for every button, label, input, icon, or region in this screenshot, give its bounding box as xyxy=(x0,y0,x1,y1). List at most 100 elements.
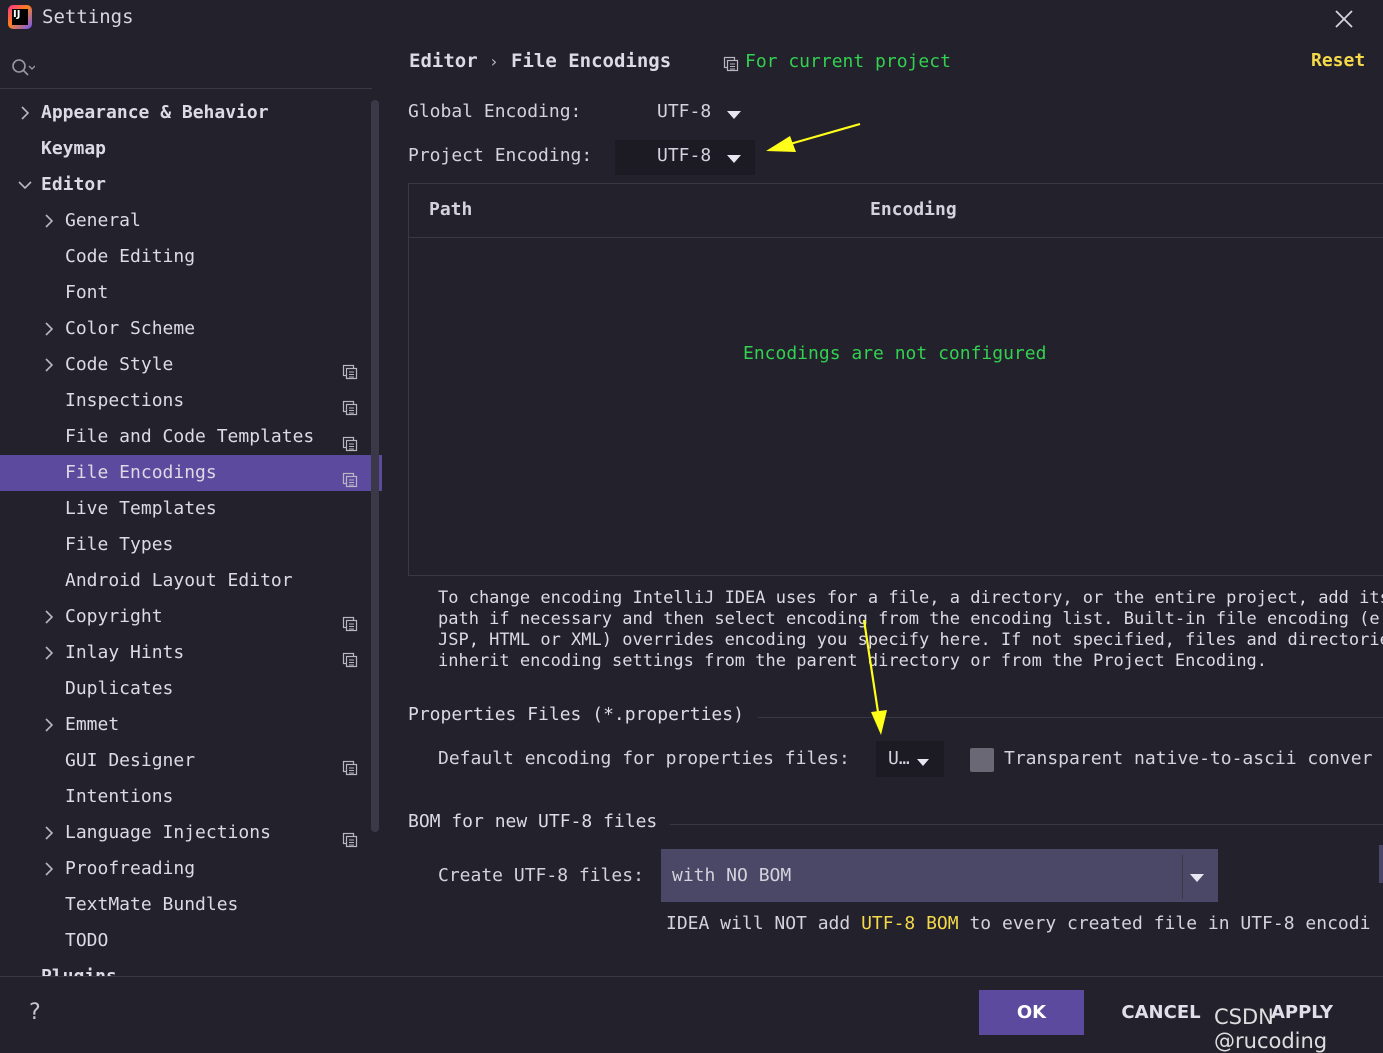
sidebar-item[interactable]: Live Templates xyxy=(0,491,382,527)
sidebar-item[interactable]: Code Editing xyxy=(0,239,382,275)
project-scope-icon xyxy=(342,357,358,380)
create-utf8-label: Create UTF-8 files: xyxy=(438,865,644,886)
sidebar-item-label: Copyright xyxy=(65,606,163,627)
project-scope-icon xyxy=(342,393,358,416)
column-header-path[interactable]: Path xyxy=(429,199,472,220)
sidebar-item[interactable]: Plugins xyxy=(0,959,382,976)
cancel-button[interactable]: CANCEL xyxy=(1113,990,1209,1035)
sidebar-item[interactable]: Duplicates xyxy=(0,671,382,707)
sidebar-item-label: Language Injections xyxy=(65,822,271,843)
sidebar-item[interactable]: GUI Designer xyxy=(0,743,382,779)
sidebar-item[interactable]: TextMate Bundles xyxy=(0,887,382,923)
sidebar-item[interactable]: Editor xyxy=(0,167,382,203)
sidebar-scrollbar[interactable] xyxy=(371,100,379,832)
sidebar-item-label: File and Code Templates xyxy=(65,426,315,447)
sidebar-item-label: Appearance & Behavior xyxy=(41,102,269,123)
chevron-down-icon[interactable] xyxy=(1190,874,1204,882)
sidebar-item[interactable]: Proofreading xyxy=(0,851,382,887)
sidebar-item-label: Code Editing xyxy=(65,246,196,267)
sidebar-item-label: General xyxy=(65,210,141,231)
bom-select-value[interactable]: with NO BOM xyxy=(672,865,791,886)
chevron-down-icon[interactable] xyxy=(727,111,741,119)
bom-note-highlight[interactable]: UTF-8 BOM xyxy=(861,913,959,934)
project-scope-icon xyxy=(342,645,358,668)
bom-note: IDEA will NOT add UTF-8 BOM to every cre… xyxy=(666,913,1370,934)
chevron-right-icon[interactable] xyxy=(42,707,56,743)
global-encoding-label: Global Encoding: xyxy=(408,101,582,122)
sidebar-item-label: Duplicates xyxy=(65,678,174,699)
project-scope-icon xyxy=(342,753,358,776)
sidebar-item-label: File Types xyxy=(65,534,174,555)
properties-section-title: Properties Files (*.properties) xyxy=(408,704,744,725)
project-scope-icon xyxy=(342,609,358,632)
sidebar-item-label: Live Templates xyxy=(65,498,217,519)
project-scope-icon xyxy=(342,825,358,848)
ok-button[interactable]: OK xyxy=(979,990,1084,1035)
sidebar-item-label: Intentions xyxy=(65,786,174,807)
sidebar-item[interactable]: Code Style xyxy=(0,347,382,383)
properties-encoding-value[interactable]: U… xyxy=(888,748,910,769)
close-icon[interactable] xyxy=(1333,8,1355,30)
reset-link[interactable]: Reset xyxy=(1311,50,1365,71)
panel-edge-accent xyxy=(1379,845,1383,883)
sidebar-item[interactable]: Appearance & Behavior xyxy=(0,95,382,131)
sidebar-item-label: Inspections xyxy=(65,390,185,411)
sidebar-item-label: Color Scheme xyxy=(65,318,196,339)
project-scope-icon xyxy=(342,465,358,488)
sidebar-item[interactable]: Emmet xyxy=(0,707,382,743)
sidebar-item[interactable]: Inlay Hints xyxy=(0,635,382,671)
global-encoding-select[interactable]: UTF-8 xyxy=(657,101,711,122)
sidebar-item[interactable]: Language Injections xyxy=(0,815,382,851)
breadcrumb-separator: › xyxy=(489,52,499,71)
bom-section-title: BOM for new UTF-8 files xyxy=(408,811,658,832)
sidebar-item[interactable]: Color Scheme xyxy=(0,311,382,347)
sidebar-item-label: File Encodings xyxy=(65,462,217,483)
sidebar-item-label: TextMate Bundles xyxy=(65,894,239,915)
chevron-right-icon[interactable] xyxy=(42,599,56,635)
sidebar-item[interactable]: Copyright xyxy=(0,599,382,635)
chevron-right-icon[interactable] xyxy=(42,635,56,671)
sidebar-item-label: Editor xyxy=(41,174,107,195)
chevron-down-icon[interactable] xyxy=(18,167,32,203)
column-header-encoding[interactable]: Encoding xyxy=(870,199,957,220)
sidebar-item[interactable]: File and Code Templates xyxy=(0,419,382,455)
breadcrumb-editor[interactable]: Editor xyxy=(409,50,478,72)
chevron-right-icon[interactable] xyxy=(42,815,56,851)
section-divider xyxy=(758,717,1383,718)
sidebar-item[interactable]: Keymap xyxy=(0,131,382,167)
sidebar-item-label: Emmet xyxy=(65,714,120,735)
csdn-watermark: CSDN @rucoding xyxy=(1214,1005,1328,1053)
sidebar-item[interactable]: Android Layout Editor xyxy=(0,563,382,599)
bom-note-suffix: to every created file in UTF-8 encodi xyxy=(958,913,1371,934)
chevron-right-icon[interactable] xyxy=(42,203,56,239)
breadcrumb-page-title: File Encodings xyxy=(511,50,672,72)
native-to-ascii-checkbox[interactable] xyxy=(970,748,994,772)
properties-encoding-select[interactable] xyxy=(876,741,944,777)
native-to-ascii-label[interactable]: Transparent native-to-ascii conver xyxy=(1004,748,1372,769)
sidebar-item-label: Inlay Hints xyxy=(65,642,185,663)
chevron-right-icon[interactable] xyxy=(42,851,56,887)
sidebar-item-label: Keymap xyxy=(41,138,107,159)
sidebar-item[interactable]: General xyxy=(0,203,382,239)
section-divider xyxy=(670,824,1383,825)
project-encoding-value[interactable]: UTF-8 xyxy=(657,145,711,166)
sidebar-item-label: Font xyxy=(65,282,109,303)
project-encoding-label: Project Encoding: xyxy=(408,145,593,166)
chevron-down-icon[interactable] xyxy=(917,759,929,766)
sidebar-item[interactable]: File Types xyxy=(0,527,382,563)
encodings-table[interactable] xyxy=(408,183,1383,576)
chevron-right-icon[interactable] xyxy=(18,95,32,131)
chevron-right-icon[interactable] xyxy=(42,311,56,347)
sidebar-item-label: Code Style xyxy=(65,354,174,375)
sidebar-item[interactable]: Intentions xyxy=(0,779,382,815)
chevron-down-icon[interactable] xyxy=(727,155,741,163)
chevron-right-icon[interactable] xyxy=(42,347,56,383)
sidebar-item[interactable]: File Encodings xyxy=(0,455,382,491)
sidebar-item[interactable]: TODO xyxy=(0,923,382,959)
sidebar-item-label: GUI Designer xyxy=(65,750,196,771)
help-button[interactable]: ? xyxy=(28,1000,41,1025)
sidebar-item[interactable]: Inspections xyxy=(0,383,382,419)
sidebar-item[interactable]: Font xyxy=(0,275,382,311)
table-empty-text: Encodings are not configured xyxy=(743,343,1047,364)
project-scope-icon xyxy=(723,56,739,72)
